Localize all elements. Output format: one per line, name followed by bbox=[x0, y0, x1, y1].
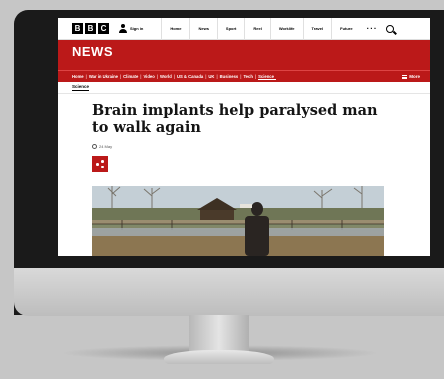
hamburger-icon bbox=[402, 74, 408, 79]
hero-photo bbox=[92, 186, 384, 256]
monitor-stand-foot bbox=[164, 350, 274, 364]
top-nav-future[interactable]: Future bbox=[331, 18, 360, 40]
section-link-video[interactable]: Video bbox=[143, 74, 156, 80]
article-headline: Brain implants help paralysed man to wal… bbox=[92, 102, 378, 136]
section-link-world[interactable]: World bbox=[160, 74, 174, 80]
monitor-bezel bbox=[14, 256, 444, 268]
section-link-business[interactable]: Business bbox=[220, 74, 241, 80]
share-icon bbox=[96, 160, 104, 168]
top-nav-news[interactable]: News bbox=[189, 18, 216, 40]
search-icon[interactable] bbox=[385, 24, 394, 33]
monitor-stand-neck bbox=[189, 315, 249, 355]
logo-letter: B bbox=[85, 23, 96, 34]
bbc-logo[interactable]: B B C bbox=[72, 23, 109, 34]
monitor-chin bbox=[14, 268, 444, 316]
section-link-uk[interactable]: UK bbox=[208, 74, 216, 80]
subnav-science[interactable]: Science bbox=[72, 84, 90, 91]
share-button[interactable] bbox=[92, 156, 108, 172]
screen: B B C Sign in Home News Sport Reel Workl… bbox=[58, 18, 430, 256]
more-label: More bbox=[409, 74, 420, 79]
clock-icon bbox=[92, 144, 97, 149]
logo-letter: B bbox=[72, 23, 83, 34]
top-nav-worklife[interactable]: Worklife bbox=[269, 18, 303, 40]
news-title[interactable]: NEWS bbox=[72, 44, 113, 59]
sub-nav: Science bbox=[58, 82, 430, 94]
section-link-science[interactable]: Science bbox=[258, 74, 276, 80]
section-nav: Home | War in Ukraine | Climate | Video | Wo… bbox=[58, 70, 430, 82]
section-link-ukraine[interactable]: War in Ukraine bbox=[89, 74, 120, 80]
person-icon bbox=[119, 24, 127, 33]
logo-letter: C bbox=[98, 23, 109, 34]
section-link-climate[interactable]: Climate bbox=[123, 74, 140, 80]
article-date: 24 May bbox=[92, 144, 112, 149]
section-link-tech[interactable]: Tech bbox=[243, 74, 254, 80]
top-nav-sport[interactable]: Sport bbox=[216, 18, 244, 40]
top-nav-home[interactable]: Home bbox=[161, 18, 189, 40]
top-nav-reel[interactable]: Reel bbox=[244, 18, 269, 40]
bbc-top-bar: B B C Sign in Home News Sport Reel Workl… bbox=[58, 18, 430, 40]
top-nav-travel[interactable]: Travel bbox=[302, 18, 332, 40]
hero-image bbox=[92, 186, 384, 256]
top-nav: Home News Sport Reel Worklife Travel Fut… bbox=[161, 18, 360, 40]
section-link-home[interactable]: Home bbox=[72, 74, 86, 80]
section-link-us-canada[interactable]: US & Canada bbox=[177, 74, 205, 80]
date-text: 24 May bbox=[99, 144, 113, 149]
signin-label: Sign in bbox=[130, 26, 144, 31]
more-sections-button[interactable]: More bbox=[402, 74, 420, 79]
signin-button[interactable]: Sign in bbox=[119, 24, 143, 33]
more-menu-button[interactable]: ··· bbox=[367, 24, 378, 33]
news-banner: NEWS Home | War in Ukraine | Climate | Vide… bbox=[58, 40, 430, 82]
